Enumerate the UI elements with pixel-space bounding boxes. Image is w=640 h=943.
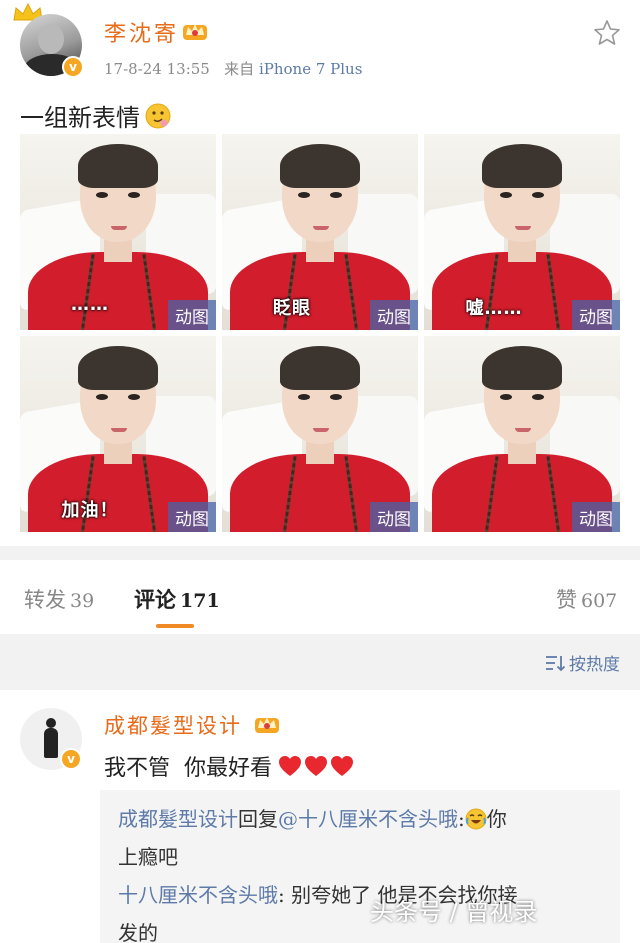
vip-crown-icon bbox=[255, 717, 279, 733]
gif-tag: 动图 bbox=[168, 502, 216, 532]
thinking-emoji-icon bbox=[145, 103, 171, 128]
reply-mention-link[interactable]: @十八厘米不含头哦 bbox=[278, 807, 458, 831]
heart-icon bbox=[279, 756, 301, 776]
image-caption: 嘘…… bbox=[465, 298, 523, 319]
reply-line: 成都髮型设计回复@十八厘米不含头哦: 你 bbox=[118, 800, 602, 838]
gif-tag: 动图 bbox=[572, 300, 620, 330]
sort-icon bbox=[546, 655, 565, 671]
reply-line-2: 上瘾吧 bbox=[118, 838, 602, 876]
active-tab-indicator bbox=[156, 624, 194, 628]
reply-verb: 回复 bbox=[238, 807, 278, 831]
comment-item: v 成都髮型设计 我不管 你最好看 成都髮型设计回复@十八厘米不含头哦: 你 上… bbox=[0, 690, 640, 943]
image-grid: …… 动图 眨眼 动图 嘘…… 动图 加油！ 动图 动图 动图 bbox=[20, 134, 620, 534]
post-device-link[interactable]: iPhone 7 Plus bbox=[259, 60, 362, 78]
heart-icon bbox=[305, 756, 327, 776]
gif-thumbnail[interactable]: 动图 bbox=[424, 336, 620, 532]
image-caption: 加油！ bbox=[61, 500, 119, 521]
gif-tag: 动图 bbox=[370, 502, 418, 532]
image-caption: …… bbox=[71, 294, 109, 315]
gif-tag: 动图 bbox=[168, 300, 216, 330]
tab-repost-label: 转发 bbox=[24, 588, 66, 612]
section-divider bbox=[0, 546, 640, 560]
comment-text-content: 我不管 你最好看 bbox=[104, 756, 272, 781]
image-caption: 眨眼 bbox=[273, 298, 311, 319]
tab-comment[interactable]: 评论 171 bbox=[134, 584, 220, 614]
comment-text: 我不管 你最好看 bbox=[104, 750, 354, 782]
reply-author-link[interactable]: 成都髮型设计 bbox=[118, 807, 238, 831]
gif-thumbnail[interactable]: 眨眼 动图 bbox=[222, 134, 418, 330]
gif-tag: 动图 bbox=[572, 502, 620, 532]
tab-comment-count: 171 bbox=[180, 590, 220, 612]
second-author-link[interactable]: 十八厘米不含头哦 bbox=[118, 883, 278, 907]
tab-repost-count: 39 bbox=[70, 590, 95, 612]
reply-box[interactable]: 成都髮型设计回复@十八厘米不含头哦: 你 上瘾吧 十八厘米不含头哦: 别夸她了 … bbox=[100, 790, 620, 943]
reply-text-2: 上瘾吧 bbox=[118, 845, 178, 869]
sort-label: 按热度 bbox=[569, 655, 620, 675]
gif-thumbnail[interactable]: 嘘…… 动图 bbox=[424, 134, 620, 330]
reply-colon: : bbox=[458, 807, 465, 831]
post-text-content: 一组新表情 bbox=[20, 104, 140, 132]
post-text: 一组新表情 bbox=[20, 98, 172, 133]
gif-thumbnail[interactable]: 动图 bbox=[222, 336, 418, 532]
interaction-tabs: 转发 39 评论 171 赞 607 bbox=[0, 560, 640, 634]
laugh-cry-emoji-icon bbox=[465, 808, 487, 830]
gif-tag: 动图 bbox=[370, 300, 418, 330]
heart-icon bbox=[331, 756, 353, 776]
second-reply-text-2: 发的 bbox=[118, 921, 158, 943]
reply-text-1: 你 bbox=[486, 807, 507, 831]
source-prefix: 来自 bbox=[224, 60, 255, 78]
watermark: 头条号 / 曾视录 bbox=[370, 898, 538, 926]
favorite-star-icon[interactable] bbox=[592, 18, 622, 48]
sort-by-hot-button[interactable]: 按热度 bbox=[545, 650, 620, 675]
tab-like-label: 赞 bbox=[556, 588, 577, 612]
tab-like[interactable]: 赞 607 bbox=[556, 584, 617, 614]
tab-repost[interactable]: 转发 39 bbox=[24, 584, 94, 614]
post-header: v 李沈寄 17-8-24 13:55 来自 iPhone 7 Plus bbox=[0, 0, 640, 95]
gif-thumbnail[interactable]: …… 动图 bbox=[20, 134, 216, 330]
gif-thumbnail[interactable]: 加油！ 动图 bbox=[20, 336, 216, 532]
post-meta: 17-8-24 13:55 来自 iPhone 7 Plus bbox=[104, 58, 362, 79]
post-timestamp: 17-8-24 13:55 bbox=[104, 60, 210, 78]
hearts bbox=[278, 755, 354, 777]
verified-badge-icon: v bbox=[60, 748, 82, 770]
sort-bar: 按热度 bbox=[0, 634, 640, 690]
verified-badge-icon: v bbox=[62, 56, 84, 78]
vip-crown-icon bbox=[183, 24, 207, 40]
comment-username[interactable]: 成都髮型设计 bbox=[104, 710, 242, 740]
tab-comment-label: 评论 bbox=[134, 587, 176, 612]
post-username[interactable]: 李沈寄 bbox=[104, 16, 179, 48]
tab-like-count: 607 bbox=[581, 590, 618, 612]
